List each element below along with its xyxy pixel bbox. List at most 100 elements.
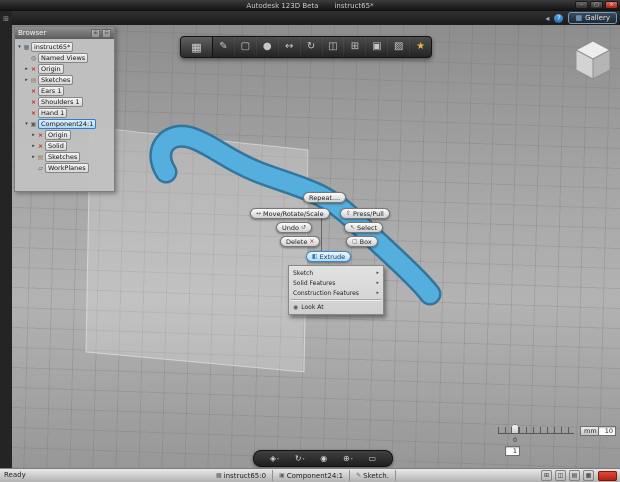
submenu-item-solid-features[interactable]: Solid Features ▸: [289, 278, 383, 288]
tree-item-workplanes[interactable]: ▱ WorkPlanes: [16, 163, 113, 173]
camera-icon: ◎: [30, 54, 37, 62]
tree-item-sketches[interactable]: ▸ ▤ Sketches: [16, 75, 113, 85]
material-tool-icon[interactable]: ▨: [387, 37, 409, 57]
disclosure-icon[interactable]: ▸: [31, 132, 36, 138]
tree-item-instruct65[interactable]: ▾ ▦ instruct65*: [16, 42, 113, 52]
context-menu-item-undo[interactable]: Undo ↺: [276, 222, 313, 233]
tree-item-component-sketches[interactable]: ▸ ▤ Sketches: [16, 152, 113, 162]
layout-icon[interactable]: ▦: [583, 470, 594, 481]
sphere-tool-icon[interactable]: ●: [255, 37, 278, 57]
zoom-icon[interactable]: ⊕ ▾: [343, 454, 353, 463]
favorites-tool-icon[interactable]: ★: [409, 37, 431, 57]
disclosure-icon[interactable]: ▾: [17, 44, 22, 50]
context-menu-item-select[interactable]: ↖ Select: [344, 222, 384, 233]
browser-options-icon[interactable]: ⊞: [91, 28, 100, 38]
submenu-divider: [291, 299, 381, 301]
panel-toggle-icon[interactable]: ⊞: [0, 15, 12, 23]
fit-icon[interactable]: ▭: [369, 454, 377, 463]
context-menu-item-box[interactable]: ▢ Box: [346, 236, 378, 247]
snap-toggle-icon[interactable]: ◫: [555, 470, 566, 481]
dropdown-arrow-icon[interactable]: ▾: [351, 456, 353, 461]
combine-tool-icon[interactable]: ⊞: [343, 37, 365, 57]
dropdown-arrow-icon[interactable]: ▾: [303, 456, 305, 461]
disclosure-icon[interactable]: ▸: [31, 154, 36, 160]
gallery-label: Gallery: [585, 14, 610, 22]
hidden-icon[interactable]: ×: [30, 110, 37, 117]
tree-item-component-solid[interactable]: ▸ × Solid: [16, 141, 113, 151]
context-menu-item-delete[interactable]: Delete ×: [280, 236, 321, 247]
back-arrow-icon[interactable]: ◂: [545, 14, 549, 23]
context-menu-item-repeat[interactable]: Repeat....: [303, 192, 347, 203]
hidden-icon[interactable]: ×: [37, 143, 44, 150]
tree-item-named-views[interactable]: ◎ Named Views: [16, 53, 113, 63]
status-document-field: ▦ instruct65:0: [210, 470, 274, 481]
minimize-button[interactable]: –: [575, 1, 588, 9]
move-icon: ↔: [256, 210, 262, 217]
tree-item-component24[interactable]: ▾ ▣ Component24:1: [16, 119, 113, 129]
tree-item-hand[interactable]: × Hand 1: [16, 108, 113, 118]
browser-header[interactable]: Browser ⊞ ⊟: [15, 27, 114, 39]
undo-label: Undo: [282, 223, 299, 232]
gallery-button[interactable]: ▦ Gallery: [568, 12, 617, 24]
tree-item-ears[interactable]: × Ears 1: [16, 86, 113, 96]
context-menu-item-move[interactable]: ↔ Move/Rotate/Scale: [250, 208, 330, 219]
units-icon[interactable]: ▤: [569, 470, 580, 481]
status-mode-label: Sketch.: [363, 471, 389, 480]
submenu-item-sketch[interactable]: Sketch ▸: [289, 268, 383, 278]
grid-scale-ruler[interactable]: [498, 427, 574, 434]
primitive-box-tool-icon[interactable]: ▢: [233, 37, 256, 57]
pan-glyph: ◈: [269, 454, 277, 463]
hidden-icon[interactable]: ×: [30, 99, 37, 106]
hidden-icon[interactable]: ×: [30, 88, 37, 95]
box-icon: ▢: [352, 238, 358, 245]
document-title: instruct65*: [334, 1, 374, 10]
sketch-tool-icon[interactable]: ✎: [213, 37, 234, 57]
undo-icon: ↺: [300, 224, 307, 231]
disclosure-icon[interactable]: ▸: [31, 143, 36, 149]
app-title: Autodesk 123D Beta: [246, 1, 319, 10]
window-controls: – ▢ ×: [575, 1, 618, 9]
maximize-button[interactable]: ▢: [590, 1, 603, 9]
gallery-icon: ▦: [575, 14, 583, 22]
tree-item-label: WorkPlanes: [45, 163, 89, 173]
pattern-tool-icon[interactable]: ◫: [321, 37, 344, 57]
status-document-label: instruct65:0: [223, 471, 267, 480]
tree-item-label: Solid: [45, 141, 67, 151]
app-bar: ◂ ? ▦ Gallery: [0, 11, 620, 25]
document-icon: ▦: [216, 472, 222, 479]
move-tool-icon[interactable]: ↔: [277, 37, 300, 57]
submenu-item-construction-features[interactable]: Construction Features ▸: [289, 288, 383, 298]
disclosure-icon[interactable]: ▸: [24, 66, 29, 72]
tree-item-origin[interactable]: ▸ × Origin: [16, 64, 113, 74]
dropdown-arrow-icon[interactable]: ▾: [277, 456, 279, 461]
move-label: Move/Rotate/Scale: [263, 209, 324, 218]
tree-item-component-origin[interactable]: ▸ × Origin: [16, 130, 113, 140]
submenu-item-look-at[interactable]: ◉ Look At: [289, 302, 383, 312]
close-button[interactable]: ×: [605, 1, 618, 9]
hidden-icon[interactable]: ×: [37, 132, 44, 139]
tree-item-label: Ears 1: [38, 86, 65, 96]
grid-toggle-icon[interactable]: ⊞: [541, 470, 552, 481]
context-menu-item-press-pull[interactable]: ⇧ Press/Pull: [340, 208, 390, 219]
shell-tool-icon[interactable]: ▣: [365, 37, 387, 57]
revolve-tool-icon[interactable]: ↻: [299, 37, 322, 57]
status-component-field: ▣ Component24:1: [273, 470, 351, 481]
notification-badge[interactable]: [598, 471, 617, 481]
select-cursor-icon: ↖: [350, 224, 356, 231]
view-cube[interactable]: [570, 36, 616, 86]
look-at-nav-icon[interactable]: ◉: [320, 454, 327, 463]
minor-grid-value[interactable]: 1: [505, 446, 520, 456]
browser-collapse-icon[interactable]: ⊟: [102, 28, 111, 38]
help-icon[interactable]: ?: [554, 13, 564, 23]
tree-item-shoulders[interactable]: × Shoulders 1: [16, 97, 113, 107]
hidden-icon[interactable]: ×: [30, 66, 37, 73]
app-menu-button[interactable]: ▦: [181, 37, 213, 57]
orbit-icon[interactable]: ↻ ▾: [295, 454, 305, 463]
disclosure-icon[interactable]: ▾: [24, 121, 29, 127]
context-menu-item-extrude[interactable]: ◧ Extrude: [306, 251, 352, 262]
sketch-icon: ✎: [356, 472, 362, 479]
disclosure-icon[interactable]: ▸: [24, 77, 29, 83]
major-grid-value[interactable]: 10: [598, 426, 616, 436]
submenu-arrow-icon: ▸: [376, 280, 379, 286]
pan-icon[interactable]: ◈ ▾: [270, 454, 279, 463]
